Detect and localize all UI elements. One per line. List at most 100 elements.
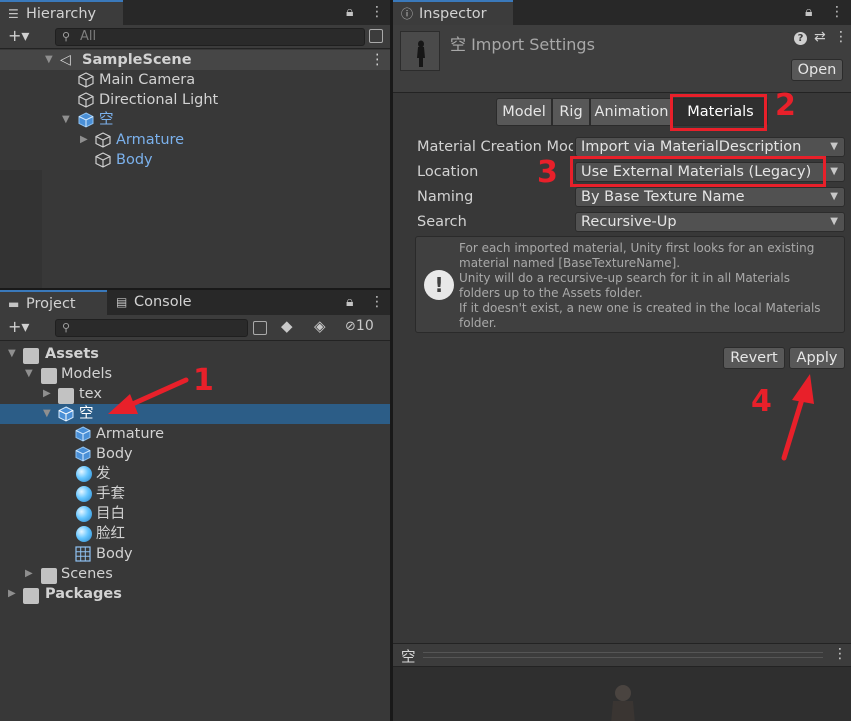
character-preview [611,685,635,721]
tab-hierarchy[interactable]: ☰ Hierarchy [0,0,123,25]
open-button[interactable]: Open [791,59,843,81]
inspector-title: 空 Import Settings [450,35,595,54]
preview-title: 空 [401,650,416,666]
field-label-location: Location [417,164,479,180]
folder-icon: ▬ [8,297,20,311]
character-silhouette-icon [417,40,425,67]
tree-item-armature[interactable]: Armature [0,424,390,444]
search-dropdown[interactable]: Recursive-Up ▼ [575,212,845,232]
annotation-box-location [570,156,826,187]
dropdown-caret-icon: ▼ [830,216,838,227]
revert-button[interactable]: Revert [723,347,785,369]
field-label-material-creation-mode: Material Creation Mode [417,139,573,155]
tree-item-body-mesh[interactable]: Body [0,444,390,464]
expand-arrow-icon[interactable]: ▼ [25,364,35,384]
search-by-icon[interactable] [253,321,267,335]
tree-item-packages[interactable]: ▶ Packages [0,584,390,604]
tree-item-material-3[interactable]: 目白 [0,504,390,524]
component-menu-icon[interactable]: ⋮ [834,29,848,45]
console-icon: ▤ [116,295,128,309]
hierarchy-search-input[interactable]: ⚲ All [55,28,365,46]
collapse-arrow-icon[interactable]: ▶ [43,384,53,404]
tab-model[interactable]: Model [496,98,552,126]
help-box: ! For each imported material, Unity firs… [415,236,845,333]
gameobject-cube-icon [78,92,94,108]
material-creation-mode-dropdown[interactable]: Import via MaterialDescription ▼ [575,137,845,157]
inspector-header: 空 Import Settings ? ⇄ ⋮ Open [393,25,851,93]
tree-item-material-1[interactable]: 发 [0,464,390,484]
folder-icon [58,388,74,404]
preview-drag-handle[interactable] [423,652,823,658]
hierarchy-panel: ☰ Hierarchy 🔒︎ ⋮ +▾ ⚲ All ▼ ◁ SampleScene… [0,0,390,288]
hierarchy-item-directional-light[interactable]: Directional Light [0,90,390,110]
project-search-input[interactable]: ⚲ [55,319,248,337]
tree-item-material-2[interactable]: 手套 [0,484,390,504]
expand-arrow-icon[interactable]: ▼ [62,110,72,130]
project-toolbar: +▾ ⚲ ◆ ◈ ⊘10 [0,315,390,341]
kebab-menu-icon[interactable]: ⋮ [370,0,384,25]
create-dropdown[interactable]: +▾ [8,317,29,336]
search-icon: ⚲ [62,30,71,43]
tab-animation[interactable]: Animation [590,98,673,126]
hierarchy-item-model[interactable]: ▼ 空 [0,110,390,130]
expand-arrow-icon[interactable]: ▼ [45,50,55,70]
model-prefab-icon [75,446,91,462]
apply-button[interactable]: Apply [789,347,845,369]
create-dropdown[interactable]: +▾ [8,26,29,45]
folder-open-icon [23,348,39,364]
folder-icon [23,588,39,604]
hierarchy-list-icon: ☰ [8,7,19,21]
presets-icon[interactable]: ⇄ [814,29,826,45]
kebab-menu-icon[interactable]: ⋮ [370,290,384,315]
tab-console[interactable]: ▤ Console [108,290,223,315]
naming-dropdown[interactable]: By Base Texture Name ▼ [575,187,845,207]
help-icon[interactable]: ? [794,32,807,45]
hidden-packages-icon[interactable]: ⊘10 [345,318,374,334]
scene-menu-icon[interactable]: ⋮ [370,50,385,70]
hierarchy-item-main-camera[interactable]: Main Camera [0,70,390,90]
hierarchy-toolbar: +▾ ⚲ All [0,25,390,49]
filter-by-type-icon[interactable]: ◆ [281,317,293,335]
preview-menu-icon[interactable]: ⋮ [833,646,847,662]
expand-arrow-icon[interactable]: ▼ [43,404,53,424]
prefab-cube-icon [95,152,111,168]
scene-row[interactable]: ▼ ◁ SampleScene ⋮ [0,50,390,70]
hierarchy-item-armature[interactable]: ▶ Armature [0,130,390,150]
kebab-menu-icon[interactable]: ⋮ [830,0,844,25]
tree-item-material-4[interactable]: 脸红 [0,524,390,544]
filter-by-label-icon[interactable]: ◈ [314,317,326,335]
material-sphere-icon [76,486,92,502]
preview-area[interactable] [393,667,851,721]
inspector-tabbar: ⓘ Inspector 🔒︎ ⋮ [393,0,851,25]
model-prefab-icon [58,406,74,422]
search-by-icon[interactable] [369,29,383,43]
project-panel: ▬ Project ▤ Console 🔒︎ ⋮ +▾ ⚲ ◆ ◈ ⊘10 ▼ As… [0,290,390,721]
prefab-cube-icon [95,132,111,148]
annotation-box-materials-tab [670,94,767,131]
expand-arrow-icon[interactable]: ▼ [8,344,18,364]
annotation-number-2: 2 [775,88,796,123]
tab-inspector[interactable]: ⓘ Inspector [393,0,513,25]
unity-scene-icon: ◁ [60,52,71,68]
collapse-arrow-icon[interactable]: ▶ [8,584,18,604]
lock-icon[interactable]: 🔒︎ [346,0,353,25]
lock-icon[interactable]: 🔒︎ [346,290,353,315]
collapse-arrow-icon[interactable]: ▶ [80,130,90,150]
lock-icon[interactable]: 🔒︎ [805,0,812,25]
tab-rig[interactable]: Rig [552,98,590,126]
info-icon: ⓘ [401,7,414,21]
material-sphere-icon [76,466,92,482]
tree-item-body-grid[interactable]: Body [0,544,390,564]
tree-item-assets[interactable]: ▼ Assets [0,344,390,364]
tab-project[interactable]: ▬ Project [0,290,107,315]
tree-item-scenes[interactable]: ▶ Scenes [0,564,390,584]
mesh-grid-icon [75,546,91,562]
hierarchy-item-body[interactable]: Body [0,150,390,170]
material-sphere-icon [76,506,92,522]
model-prefab-icon [75,426,91,442]
eye-slash-icon: ⊘ [345,319,356,334]
hierarchy-tabbar: ☰ Hierarchy 🔒︎ ⋮ [0,0,390,25]
preview-header: 空 ⋮ [393,643,851,667]
gameobject-cube-icon [78,72,94,88]
collapse-arrow-icon[interactable]: ▶ [25,564,35,584]
